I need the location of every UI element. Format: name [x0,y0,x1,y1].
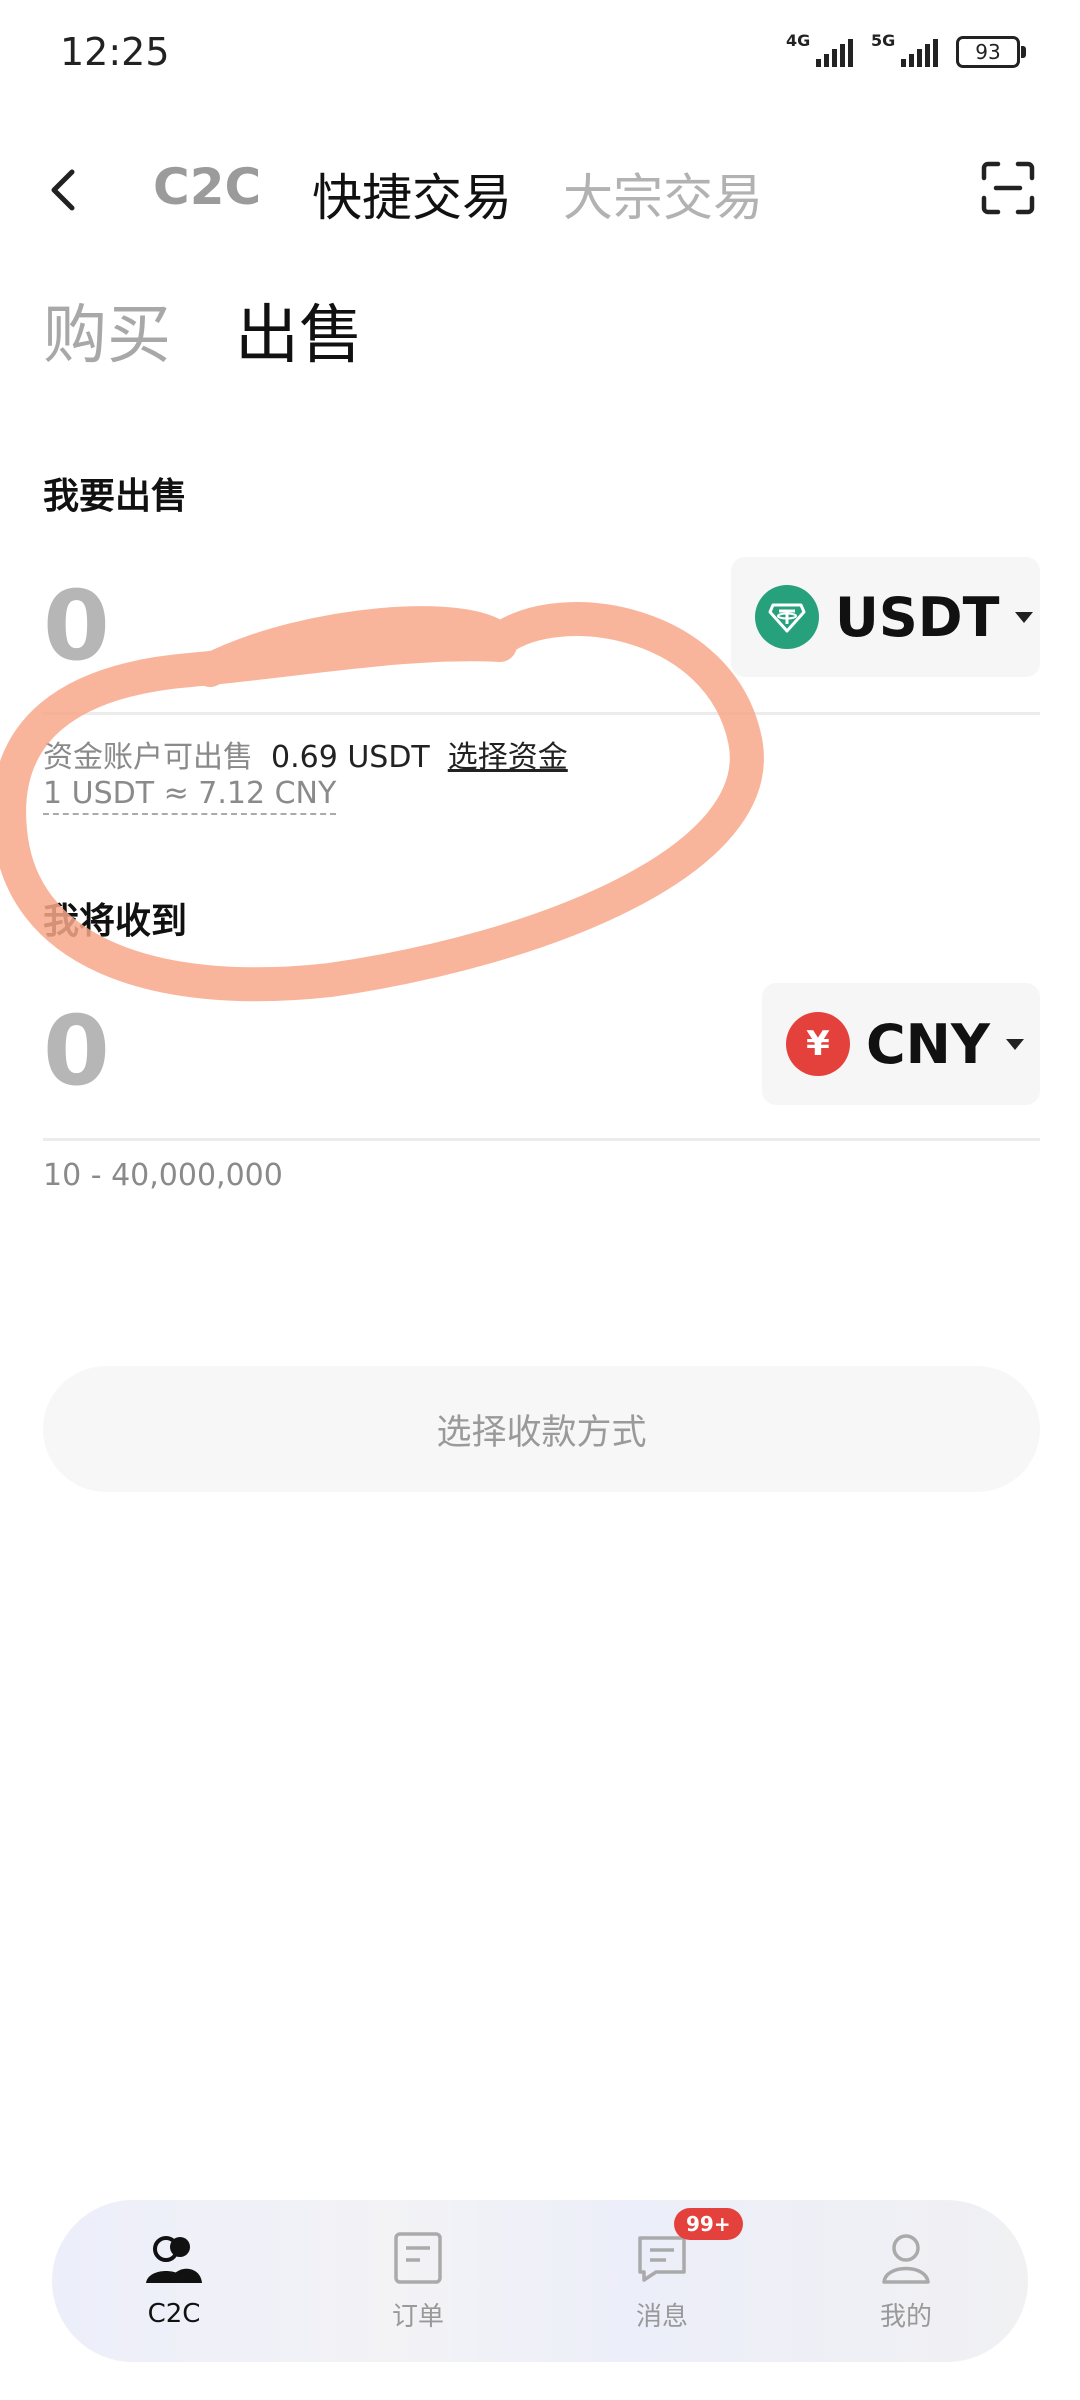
mode-sell-tab[interactable]: 出售 [235,284,363,376]
signal-4g-icon: 4G [786,31,853,67]
nav-orders[interactable]: 订单 [328,2230,508,2333]
annotation-circle [0,602,764,1002]
nav-messages[interactable]: 99+ 消息 [572,2207,752,2333]
sell-section-label: 我要出售 [43,476,188,517]
tab-block-trade[interactable]: 大宗交易 [563,158,763,230]
scan-icon [981,161,1035,215]
message-badge: 99+ [674,2207,743,2240]
status-icons: 4G 5G 93 [786,31,1026,68]
bottom-nav: C2C 订单 99+ 消息 我的 [52,2200,1028,2362]
caret-down-icon [1015,611,1034,623]
nav-profile[interactable]: 我的 [816,2230,996,2333]
sell-currency-label: USDT [835,585,1000,649]
caret-down-icon [1005,1038,1024,1050]
amount-range: 10 - 40,000,000 [43,1158,283,1193]
tab-c2c[interactable]: C2C [153,158,261,216]
users-icon [146,2236,202,2283]
chevron-left-icon [51,169,75,211]
scan-button[interactable] [980,160,1036,216]
signal-5g-icon: 5G [871,31,938,67]
yuan-icon: ¥ [786,1012,850,1076]
order-icon [394,2231,442,2284]
receive-amount-input[interactable]: 0 [43,995,110,1107]
status-time: 12:25 [60,30,170,74]
battery-icon: 93 [956,36,1026,68]
receive-currency-label: CNY [866,1012,990,1076]
back-button[interactable] [40,160,90,220]
mode-buy-tab[interactable]: 购买 [43,284,171,376]
profile-icon [882,2233,930,2284]
nav-c2c[interactable]: C2C [84,2233,264,2329]
tab-quick-trade[interactable]: 快捷交易 [312,158,512,230]
select-payment-method-button[interactable]: 选择收款方式 [43,1366,1040,1492]
divider [43,1138,1040,1141]
receive-currency-selector[interactable]: ¥ CNY [762,983,1040,1105]
